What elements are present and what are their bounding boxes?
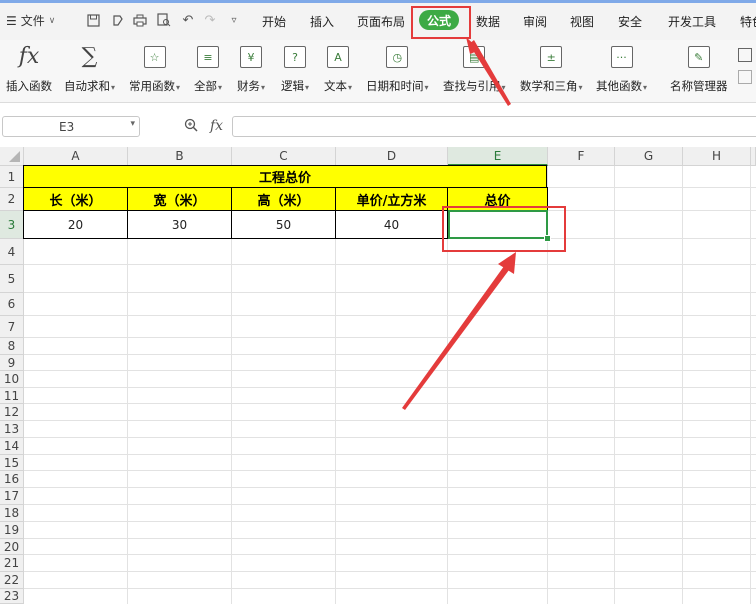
annotation-arrow-to-cell: [402, 262, 512, 410]
annotation-arrows: [402, 37, 516, 410]
